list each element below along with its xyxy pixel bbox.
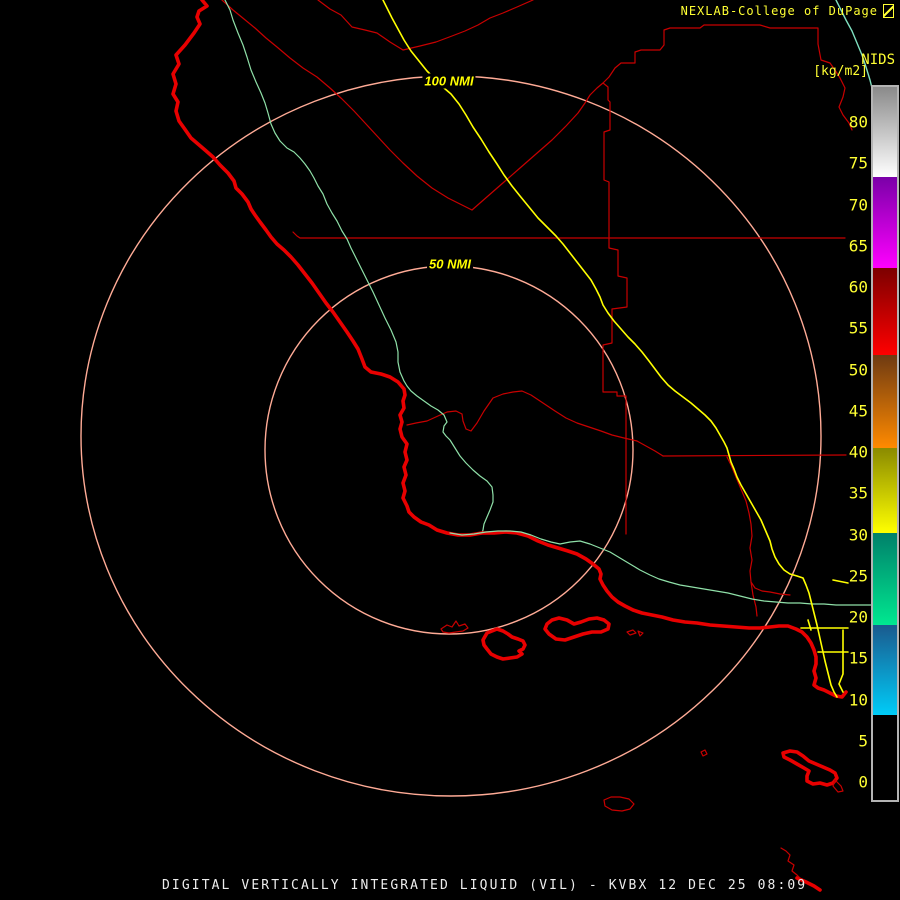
color-scale-segment: [873, 715, 897, 798]
units-label: [kg/m2]: [813, 64, 868, 79]
radar-display: 80 75 70 65 60 55 50 45 40 35 30 25 20 15 10 5 0 NEXLAB-…: [0, 0, 900, 900]
county-diag-ne: [471, 82, 604, 211]
color-scale-tick-30: 30: [848, 525, 868, 544]
county-horizontal-south: [662, 454, 847, 457]
county-la-ventura: [726, 456, 791, 596]
color-scale-tick-20: 20: [848, 607, 868, 627]
color-scale-tick-60: 60: [848, 277, 868, 297]
color-scale-tick-65: 65: [848, 236, 868, 256]
island-anacapa-a: [626, 629, 637, 636]
county-diag-nw: [221, 0, 473, 211]
color-scale-segment: [873, 625, 897, 715]
color-scale-tick-10: 10: [848, 690, 868, 709]
island-san-nicolas: [603, 796, 635, 812]
island-san-miguel: [440, 620, 469, 634]
color-scale-segment: [873, 87, 897, 177]
color-scale-tick-80: 80: [848, 112, 868, 132]
nexlab-credit: NEXLAB-College of DuPage: [680, 4, 878, 18]
range-ring-50nmi: [264, 265, 634, 635]
color-scale-segment: [873, 533, 897, 625]
color-scale-tick-55: 55: [848, 318, 868, 338]
color-scale-tick-0: 0: [858, 772, 868, 792]
color-scale-tick-15: 15: [848, 648, 868, 668]
california-coast: [171, 0, 848, 699]
color-scale-tick-40: 40: [848, 442, 868, 462]
product-caption: DIGITAL VERTICALLY INTEGRATED LIQUID (VI…: [162, 878, 808, 893]
island-santa-cruz: [543, 616, 611, 642]
color-scale-tick-25: 25: [848, 566, 868, 586]
island-santa-rosa: [481, 627, 527, 661]
range-ring-100nmi: [80, 75, 822, 797]
radar-map: [80, 0, 898, 892]
color-scale-segment: [873, 355, 897, 448]
color-scale-segment: [873, 177, 897, 268]
island-san-clemente-n: [780, 847, 801, 879]
color-scale-tick-35: 35: [848, 483, 868, 503]
county-stair-mid: [602, 237, 628, 535]
color-scale-segment: [873, 448, 897, 533]
color-scale-tick-70: 70: [848, 195, 868, 214]
county-vertical: [602, 82, 611, 238]
range-ring-label-100: 100 NMI: [422, 73, 476, 89]
color-scale-tick-50: 50: [848, 360, 868, 379]
range-ring-label-50: 50 NMI: [427, 256, 473, 272]
vil-color-scale: [871, 85, 899, 802]
county-horizontal-north: [292, 231, 846, 239]
color-scale-tick-75: 75: [848, 153, 868, 173]
color-scale-segment: [873, 268, 897, 355]
credit-box-icon: [883, 4, 894, 18]
color-scale-tick-45: 45: [848, 401, 868, 421]
county-diag-n: [317, 0, 534, 51]
island-anacapa-b: [637, 630, 644, 637]
color-scale-tick-5: 5: [858, 731, 868, 751]
island-santa-barbara: [700, 749, 708, 757]
